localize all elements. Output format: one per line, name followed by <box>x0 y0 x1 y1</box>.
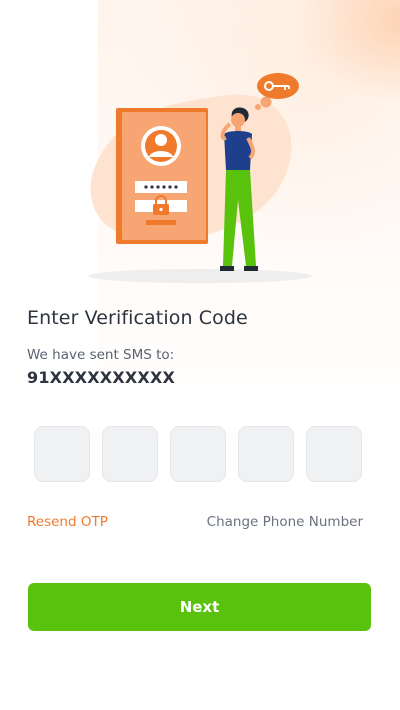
user-avatar-icon <box>141 126 181 166</box>
otp-input-row <box>34 426 362 482</box>
key-thought-icon <box>255 73 299 110</box>
page-title: Enter Verification Code <box>27 307 248 329</box>
change-phone-link[interactable]: Change Phone Number <box>207 514 363 530</box>
verification-illustration <box>88 73 312 283</box>
resend-otp-link[interactable]: Resend OTP <box>27 514 108 530</box>
ground-shadow <box>88 269 312 283</box>
otp-digit-1[interactable] <box>34 426 90 482</box>
otp-digit-4[interactable] <box>238 426 294 482</box>
otp-digit-3[interactable] <box>170 426 226 482</box>
otp-links-row: Resend OTP Change Phone Number <box>27 514 363 530</box>
sms-sent-label: We have sent SMS to: <box>27 347 175 363</box>
phone-number: 91XXXXXXXXXX <box>27 368 176 387</box>
password-field-illus <box>135 181 187 193</box>
card-bar <box>146 220 176 225</box>
next-button[interactable]: Next <box>28 583 371 631</box>
otp-digit-2[interactable] <box>102 426 158 482</box>
otp-digit-5[interactable] <box>306 426 362 482</box>
